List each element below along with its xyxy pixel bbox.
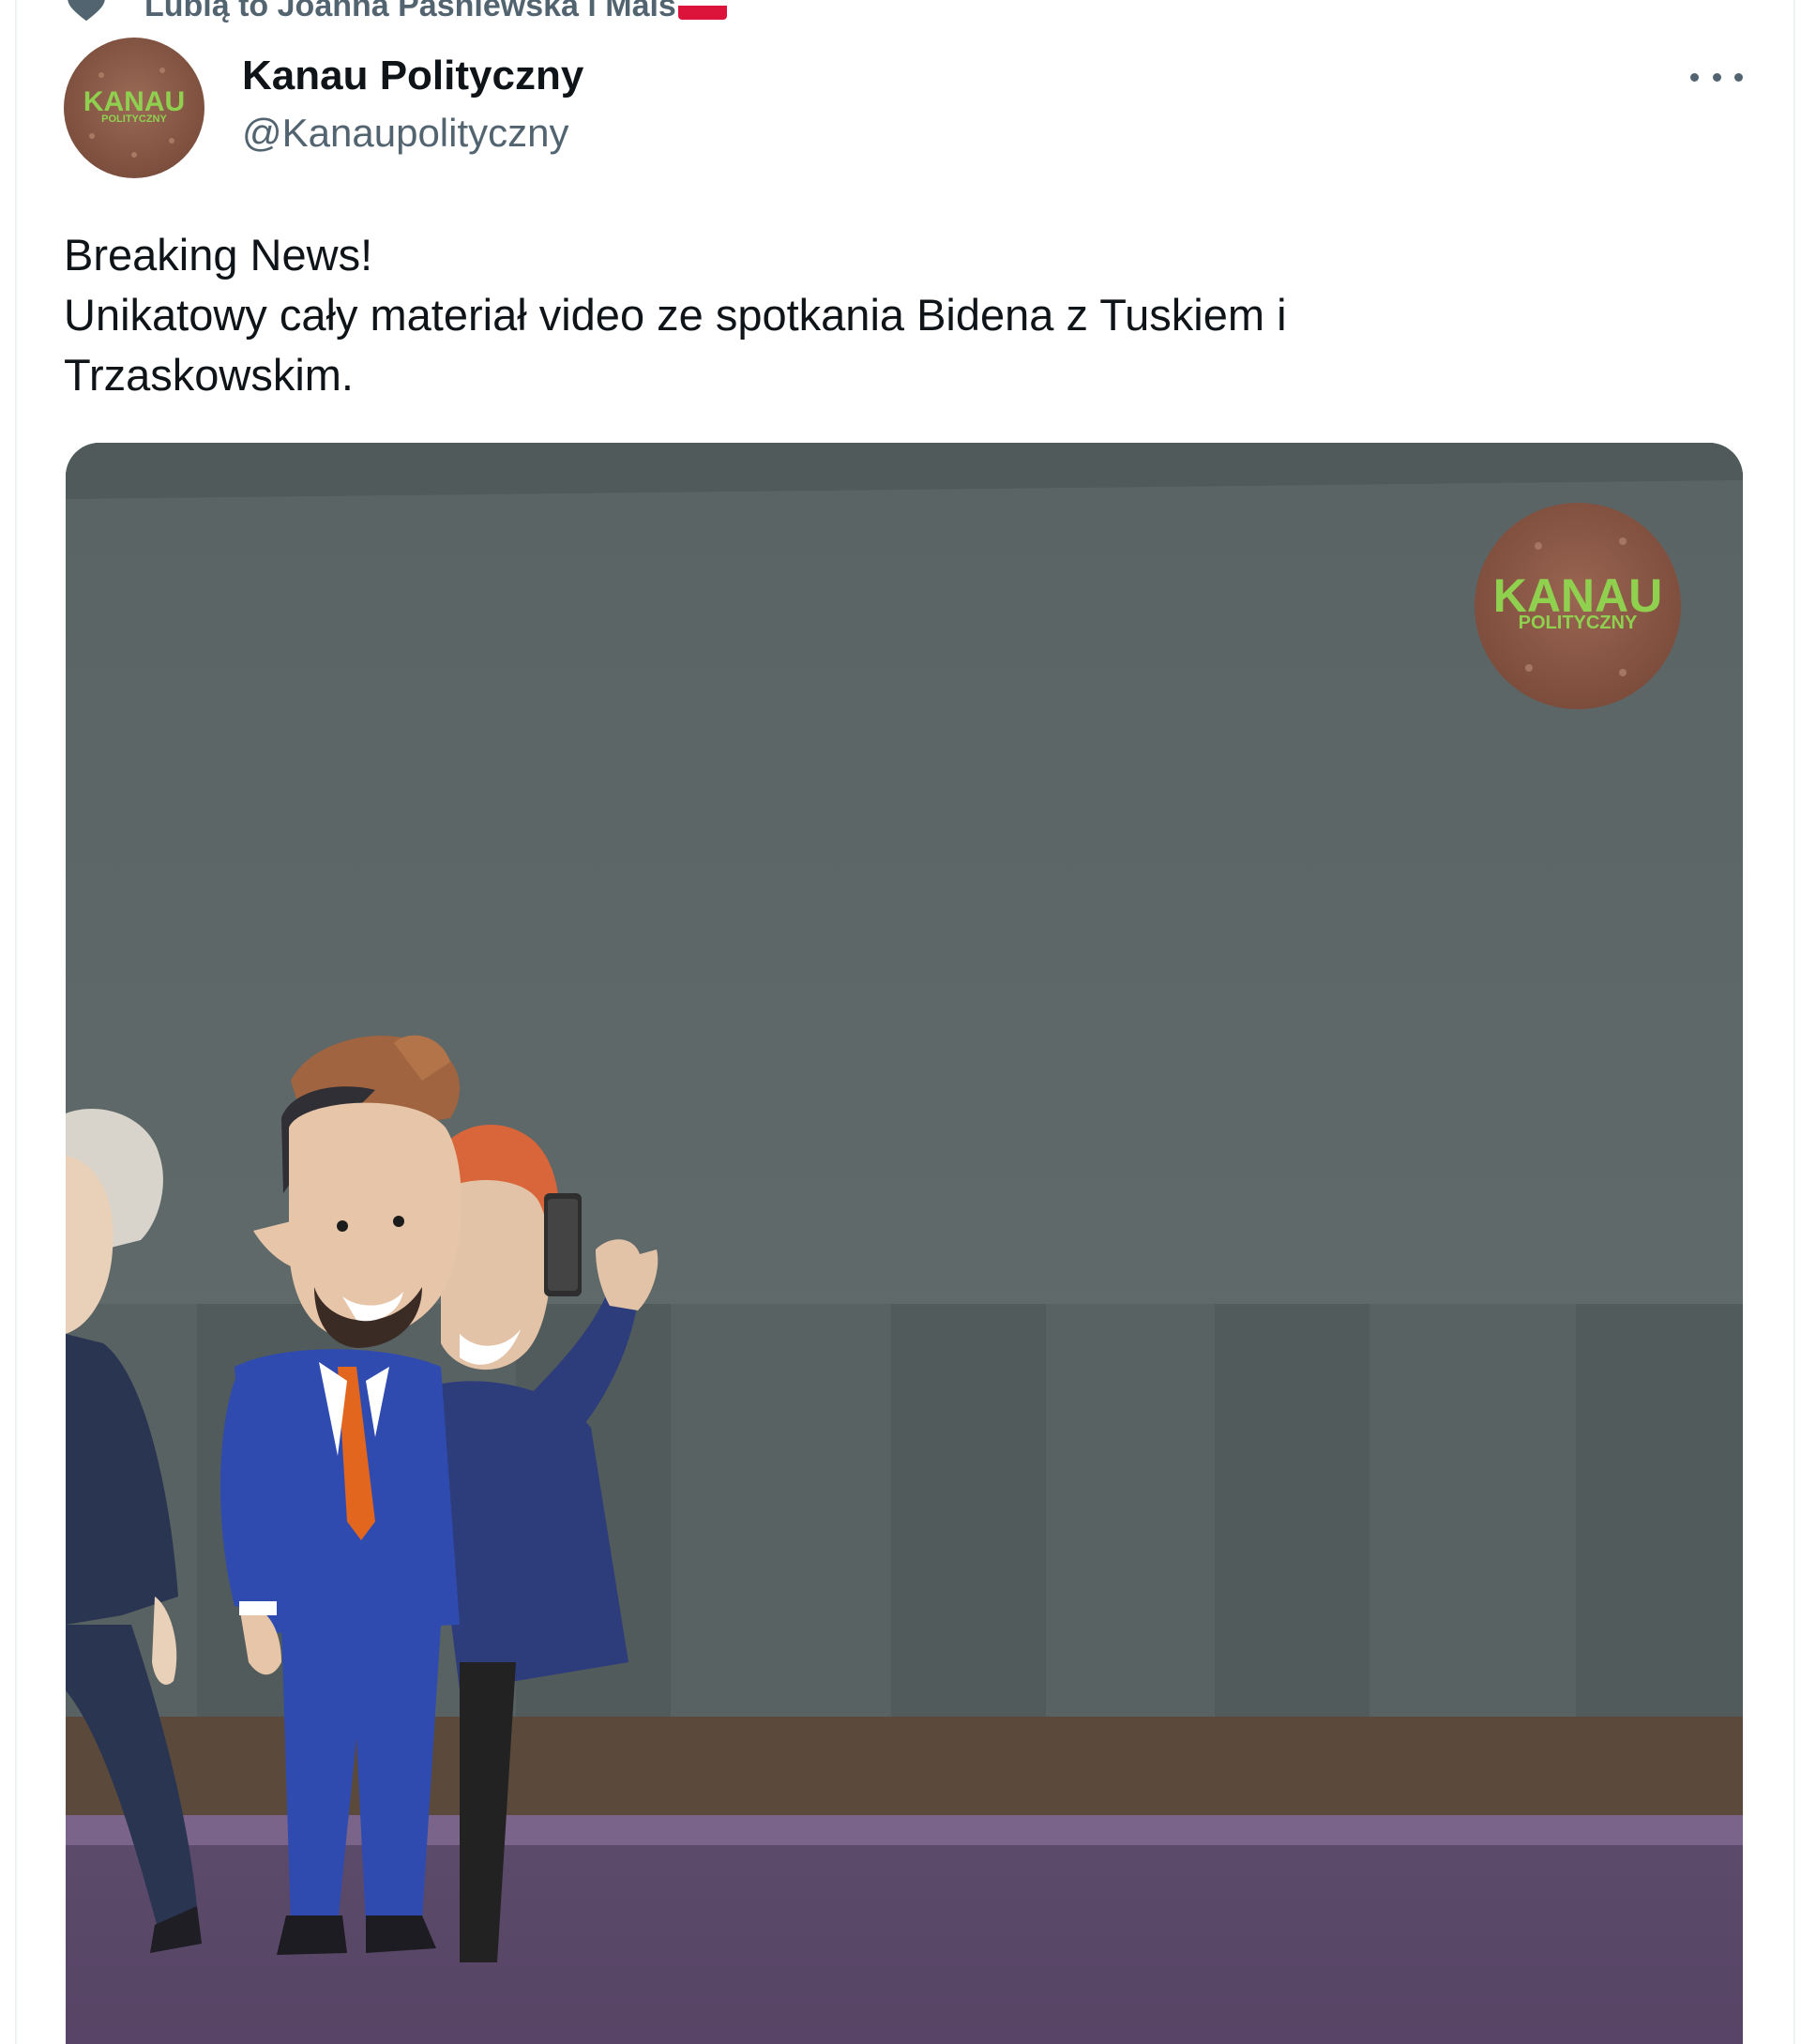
social-context[interactable]: Lubią to Joanna Paśniewska i Mais <box>66 0 727 24</box>
tweet-text-line: Trzaskowskim. <box>64 350 354 400</box>
author-handle[interactable]: @Kanaupolityczny <box>242 111 569 156</box>
timeline-border-right <box>1793 0 1795 2044</box>
tweet-text-line: Breaking News! <box>64 230 373 280</box>
tweet-text-line: Unikatowy cały materiał video ze spotkan… <box>64 290 1287 340</box>
poland-flag-icon <box>677 0 727 20</box>
more-dot-icon <box>1734 72 1743 82</box>
heart-icon <box>68 0 105 22</box>
more-options-button[interactable] <box>1690 58 1743 96</box>
watermark-subtext: POLITYCZNY <box>1519 613 1638 633</box>
author-avatar[interactable]: KANAU POLITYCZNY <box>64 38 204 178</box>
kanau-watermark-logo: KANAU POLITYCZNY <box>1475 503 1681 709</box>
more-dot-icon <box>1690 72 1699 82</box>
more-dot-icon <box>1712 72 1721 82</box>
tweet-video[interactable]: KANAU POLITYCZNY <box>66 443 1743 2044</box>
timeline-border-left <box>15 0 17 2044</box>
avatar-logo-subtext: POLITYCZNY <box>101 114 167 125</box>
author-display-name[interactable]: Kanau Polityczny <box>242 53 583 99</box>
tweet-text: Breaking News! Unikatowy cały materiał v… <box>64 225 1715 405</box>
social-context-text: Lubią to Joanna Paśniewska i Mais <box>144 0 676 23</box>
